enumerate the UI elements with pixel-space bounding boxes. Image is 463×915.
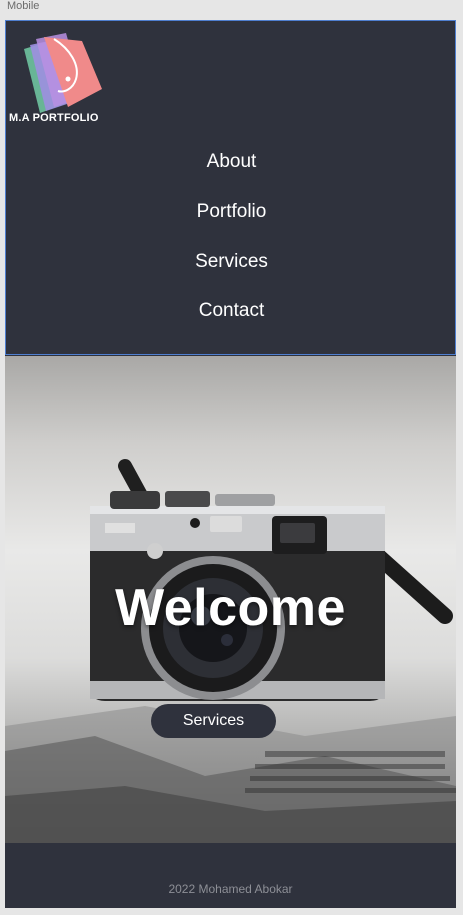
- hero-heading: Welcome: [115, 579, 346, 637]
- navigation-header: M.A PORTFOLIO About Portfolio Services C…: [5, 20, 456, 355]
- footer: 2022 Mohamed Abokar: [5, 843, 456, 908]
- logo-text: M.A PORTFOLIO: [9, 112, 99, 124]
- hero-section: Welcome Services: [5, 356, 456, 843]
- services-button[interactable]: Services: [151, 704, 276, 738]
- nav-item-portfolio[interactable]: Portfolio: [6, 201, 456, 223]
- nav-item-about[interactable]: About: [6, 151, 456, 173]
- nav-item-services[interactable]: Services: [6, 251, 456, 273]
- mobile-frame: M.A PORTFOLIO About Portfolio Services C…: [5, 20, 456, 908]
- frame-label: Mobile: [7, 0, 40, 12]
- nav-item-contact[interactable]: Contact: [6, 300, 456, 322]
- footer-copyright: 2022 Mohamed Abokar: [168, 882, 293, 896]
